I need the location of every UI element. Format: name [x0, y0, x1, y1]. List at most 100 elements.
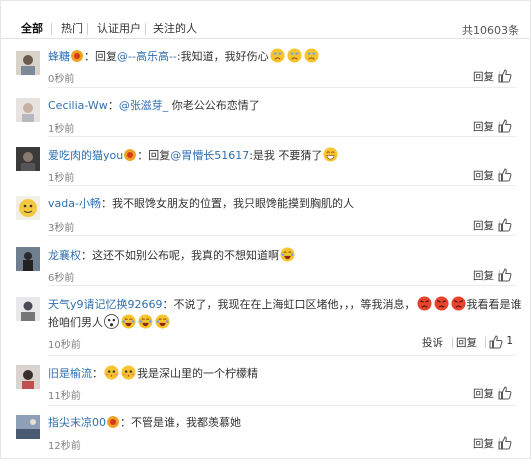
comment-text: 天气y9请记忆换92669：不说了，我现在在上海虹口区堵他，，，等我消息， 我看看… [48, 296, 522, 312]
mention-link[interactable]: @胃懵长51617 [170, 149, 249, 162]
thumbs-up-icon[interactable] [498, 168, 512, 182]
thumbs-up-icon[interactable] [498, 119, 512, 133]
vip-badge-icon [107, 416, 119, 428]
username-link[interactable]: vada-小畅 [48, 197, 101, 210]
vip-badge-icon [71, 50, 83, 62]
comment-item: 旧是榆流： 我是深山里的一个柠檬精 11秒前 回复 [1, 356, 530, 406]
comment-body: 不说了，我现在在上海虹口区堵他，，，等我消息， [173, 298, 416, 311]
mention-link[interactable]: @张滋芽_ [119, 99, 169, 112]
username-link[interactable]: 天气y9请记忆换92669 [48, 298, 163, 311]
username-link[interactable]: Cecilia-Ww [48, 99, 108, 112]
reply-button[interactable]: 回复 [473, 168, 494, 183]
avatar[interactable] [16, 247, 40, 271]
mention-link[interactable]: @--高乐高-- [117, 50, 177, 63]
thumbs-up-icon[interactable] [498, 436, 512, 450]
comment-prefix: ： [92, 367, 103, 380]
avatar[interactable] [16, 147, 40, 171]
action-divider [485, 337, 486, 348]
reply-button[interactable]: 回复 [473, 268, 494, 283]
reply-button[interactable]: 回复 [473, 119, 494, 134]
comment-item: vada-小畅：我不眼馋女朋友的位置，我只眼馋能摸到胸肌的人 3秒前 回复 [1, 186, 530, 236]
grin-emoji-icon [323, 147, 338, 162]
laugh-cry-emoji-icon [121, 314, 136, 329]
comment-body: :是我 不要猜了 [249, 149, 323, 162]
tab-all[interactable]: 全部 [21, 22, 43, 36]
comment-timestamp: 6秒前 [48, 273, 75, 284]
comment-body: :我知道，我好伤心 [176, 50, 269, 63]
avatar[interactable] [16, 196, 40, 220]
shy-emoji-icon [121, 365, 136, 380]
username-link[interactable]: 旧是榆流 [48, 367, 92, 380]
comment-panel: 全部 热门 认证用户 关注的人 共10603条 蜂糖 ：回复@--高乐高--:我知… [0, 0, 531, 459]
comment-timestamp: 1秒前 [48, 173, 75, 184]
comment-text: Cecilia-Ww：@张滋芽_ 你老公公布恋情了 [48, 98, 260, 114]
reply-button[interactable]: 回复 [456, 335, 477, 350]
thumbs-up-icon[interactable] [498, 386, 512, 400]
comment-timestamp: 0秒前 [48, 74, 75, 85]
comment-item: 指尖末凉00 ：不管是谁，我都羡慕她 12秒前 回复 [1, 406, 530, 458]
comment-timestamp: 1秒前 [48, 124, 75, 135]
tab-divider [51, 23, 52, 35]
comment-body-line2: 抢咱们男人 [48, 316, 103, 329]
comment-body: 这还不如别公布呢，我真的不想知道啊 [92, 249, 279, 262]
username-link[interactable]: 指尖末凉00 [48, 416, 106, 429]
comment-prefix: ： [162, 298, 174, 311]
comment-text: 爱吃肉的猫you ：回复@胃懵长51617:是我 不要猜了 [48, 147, 339, 163]
comment-text: 龙襄权：这还不如别公布呢，我真的不想知道啊 [48, 247, 296, 263]
thumbs-up-icon[interactable] [498, 268, 512, 282]
avatar[interactable] [16, 415, 40, 439]
comment-prefix: ： [81, 249, 92, 262]
comment-body: 不管是谁，我都羡慕她 [131, 416, 241, 429]
username-link[interactable]: 爱吃肉的猫you [48, 149, 123, 162]
comment-prefix: ： [107, 99, 119, 112]
crying-emoji-icon [270, 48, 285, 63]
reply-button[interactable]: 回复 [473, 69, 494, 84]
thumbs-up-icon[interactable] [489, 335, 503, 349]
comment-item: 爱吃肉的猫you ：回复@胃懵长51617:是我 不要猜了 1秒前 回复 [1, 137, 530, 186]
tab-hot[interactable]: 热门 [61, 22, 83, 36]
tab-verified-users[interactable]: 认证用户 [97, 22, 141, 36]
comment-prefix: ： [120, 416, 131, 429]
tab-following[interactable]: 关注的人 [153, 22, 197, 36]
comment-text: 旧是榆流： 我是深山里的一个柠檬精 [48, 365, 258, 381]
avatar[interactable] [16, 297, 40, 321]
laugh-cry-emoji-icon [138, 314, 153, 329]
angry-emoji-icon [433, 296, 449, 311]
comment-timestamp: 12秒前 [48, 441, 81, 452]
reply-button[interactable]: 回复 [473, 436, 494, 451]
shocked-emoji-icon [104, 314, 119, 329]
username-link[interactable]: 龙襄权 [48, 249, 81, 262]
comment-body: 你老公公布恋情了 [168, 99, 260, 112]
comment-filter-bar: 全部 热门 认证用户 关注的人 共10603条 [1, 1, 530, 39]
comment-item: 天气y9请记忆换92669：不说了，我现在在上海虹口区堵他，，，等我消息， 我看看… [1, 286, 530, 356]
avatar[interactable] [16, 365, 40, 389]
avatar[interactable] [16, 51, 40, 75]
vip-badge-icon [124, 149, 137, 161]
tab-divider [87, 23, 88, 35]
comment-text: 蜂糖 ：回复@--高乐高--:我知道，我好伤心 [48, 48, 320, 64]
comment-timestamp: 10秒前 [48, 340, 81, 351]
thumbs-up-icon[interactable] [498, 218, 512, 232]
username-link[interactable]: 蜂糖 [48, 50, 70, 63]
avatar[interactable] [16, 98, 40, 122]
comment-item: 蜂糖 ：回复@--高乐高--:我知道，我好伤心 0秒前 回复 [1, 39, 530, 88]
comment-body: 我不眼馋女朋友的位置，我只眼馋能摸到胸肌的人 [111, 197, 354, 210]
shy-emoji-icon [104, 365, 119, 380]
comment-text-continued: 抢咱们男人 [48, 314, 171, 330]
comment-body-suffix: 我看看是谁 [466, 298, 522, 311]
total-comment-count: 共10603条 [462, 24, 519, 37]
comment-text: 指尖末凉00 ：不管是谁，我都羡慕她 [48, 415, 241, 431]
comment-item: Cecilia-Ww：@张滋芽_ 你老公公布恋情了 1秒前 回复 [1, 88, 530, 137]
comment-item: 龙襄权：这还不如别公布呢，我真的不想知道啊 6秒前 回复 [1, 236, 530, 286]
report-button[interactable]: 投诉 [422, 335, 443, 350]
thumbs-up-icon[interactable] [498, 69, 512, 83]
angry-emoji-icon [450, 296, 466, 311]
comment-timestamp: 11秒前 [48, 391, 81, 402]
comment-prefix: ： [100, 197, 112, 210]
angry-emoji-icon [416, 296, 432, 311]
reply-button[interactable]: 回复 [473, 386, 494, 401]
crying-emoji-icon [287, 48, 302, 63]
comment-prefix: ：回复 [137, 149, 171, 162]
like-count: 1 [506, 335, 513, 347]
reply-button[interactable]: 回复 [473, 218, 494, 233]
